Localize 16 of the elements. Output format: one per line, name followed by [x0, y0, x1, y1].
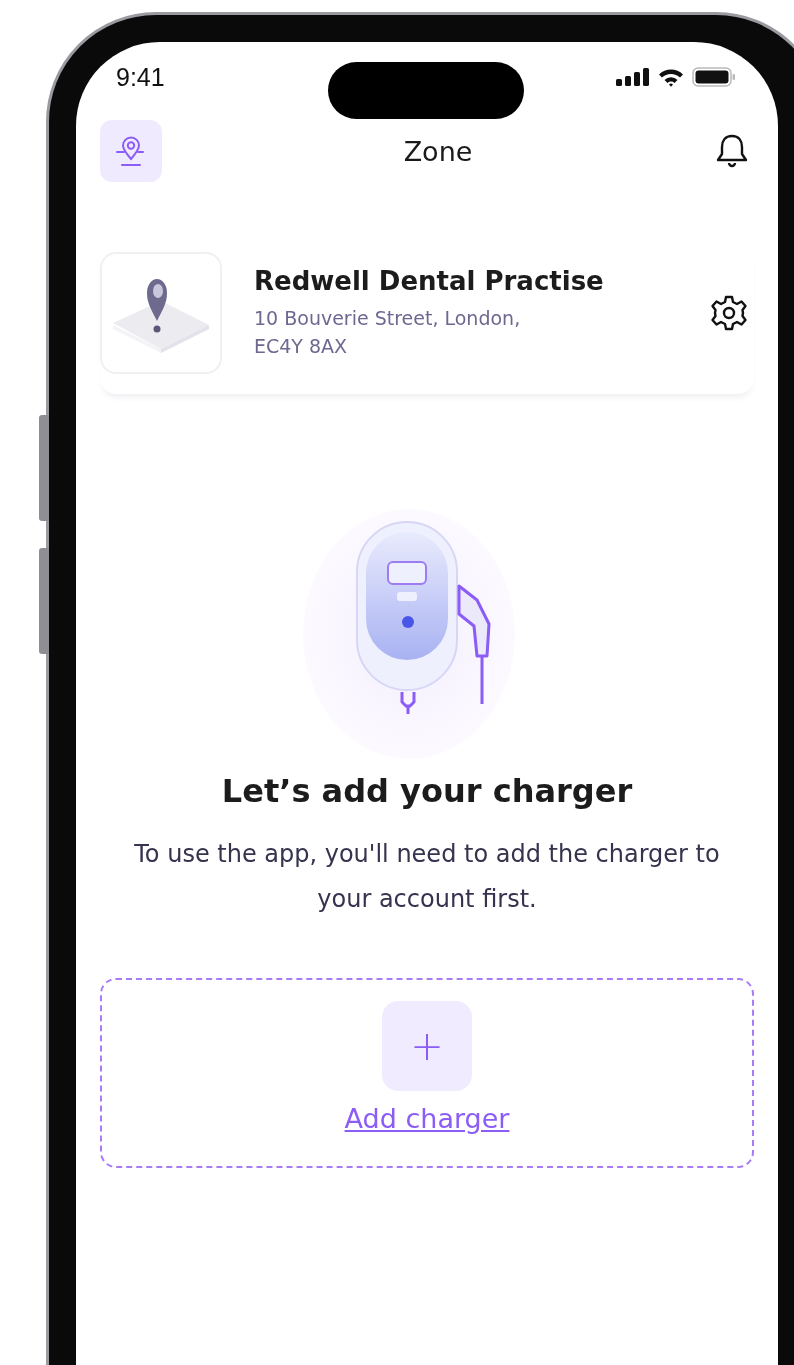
wifi-icon: [658, 67, 684, 87]
screen-title: Zone: [403, 135, 473, 167]
location-card[interactable]: Redwell Dental Practise 10 Bouverie Street, London, EC4Y 8AX: [100, 240, 754, 394]
signal-icon: [616, 68, 650, 86]
empty-state-description: To use the app, you'll need to add the charger to your account first.: [133, 839, 721, 915]
empty-state-title: Let’s add your charger: [221, 772, 633, 810]
add-charger-link[interactable]: Add charger: [344, 1103, 510, 1134]
status-time: 9:41: [116, 62, 165, 92]
location-name: Redwell Dental Practise: [254, 266, 605, 296]
location-button[interactable]: [100, 120, 162, 182]
location-address: 10 Bouverie Street, London,: [254, 306, 522, 331]
battery-icon: [692, 67, 736, 87]
add-charger-area[interactable]: + Add charger: [100, 978, 754, 1168]
settings-icon[interactable]: [710, 294, 748, 332]
add-charger-plus-button[interactable]: +: [382, 1001, 472, 1091]
location-address: EC4Y 8AX: [254, 334, 349, 359]
